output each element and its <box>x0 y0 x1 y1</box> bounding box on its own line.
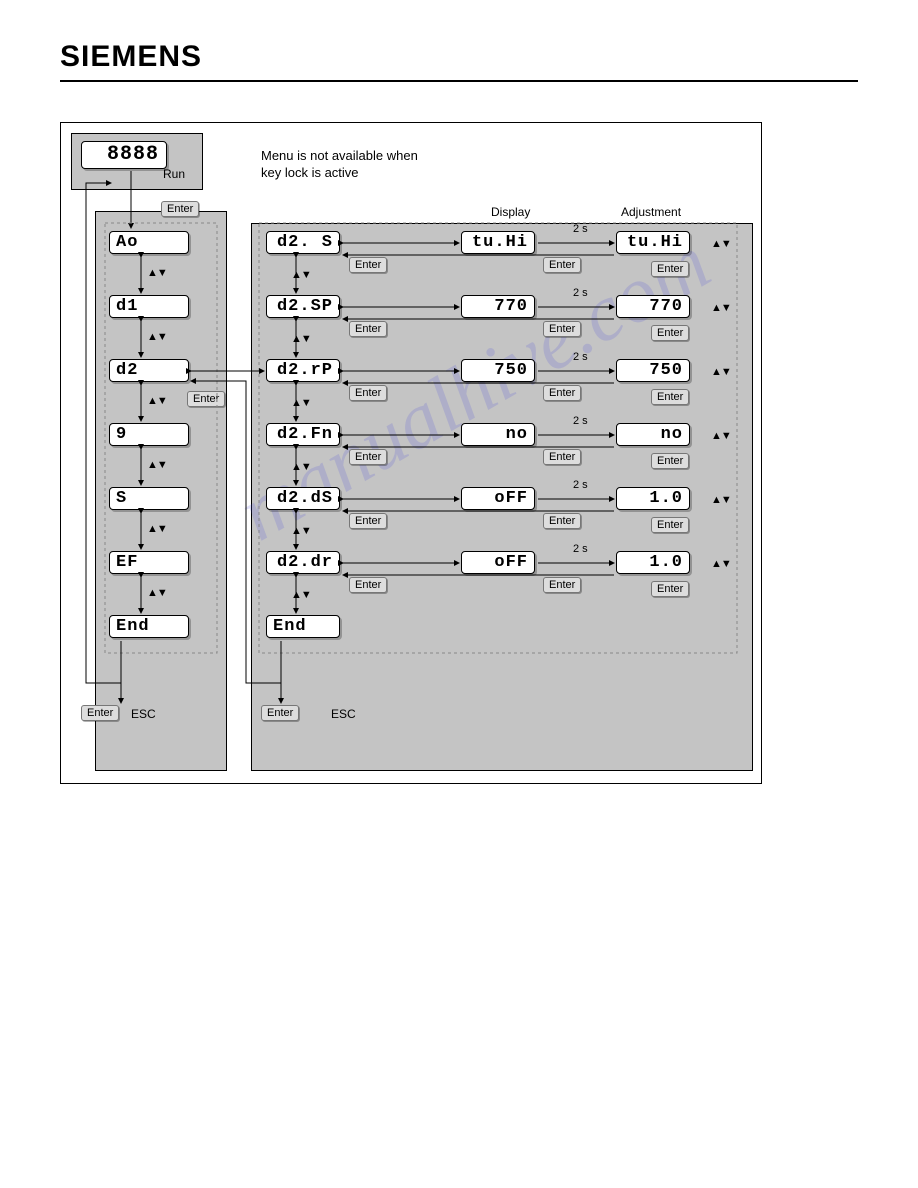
enter-button-r0b: Enter <box>543 257 581 273</box>
enter-button-right-bottom: Enter <box>261 705 299 721</box>
updown-r0: ▲▼ <box>291 269 311 281</box>
lcd-left-2: d2 <box>109 359 189 382</box>
enter-button-r3c: Enter <box>651 453 689 469</box>
label-2s-4: 2 s <box>573 479 588 491</box>
lcd-display-1: 770 <box>461 295 535 318</box>
lcd-display-4: oFF <box>461 487 535 510</box>
lcd-adjust-4: 1.0 <box>616 487 690 510</box>
lcd-display-5: oFF <box>461 551 535 574</box>
label-2s-0: 2 s <box>573 223 588 235</box>
menu-flow-diagram: manualhive.com 8888 Run Enter Menu is no… <box>60 122 762 784</box>
enter-button-r1b: Enter <box>543 321 581 337</box>
note-keylock: Menu is not available when key lock is a… <box>261 148 441 182</box>
lcd-adjust-1: 770 <box>616 295 690 318</box>
updown-adj-1: ▲▼ <box>711 302 731 314</box>
enter-button-r2c: Enter <box>651 389 689 405</box>
enter-button-r1c: Enter <box>651 325 689 341</box>
enter-button-r5a: Enter <box>349 577 387 593</box>
updown-r1: ▲▼ <box>291 333 311 345</box>
lcd-left-5: EF <box>109 551 189 574</box>
enter-button-r5b: Enter <box>543 577 581 593</box>
updown-left-5: ▲▼ <box>147 587 167 599</box>
lcd-param-1: d2.SP <box>266 295 340 318</box>
enter-button-top: Enter <box>161 201 199 217</box>
updown-r4: ▲▼ <box>291 525 311 537</box>
updown-adj-3: ▲▼ <box>711 430 731 442</box>
updown-r3: ▲▼ <box>291 461 311 473</box>
updown-r5: ▲▼ <box>291 589 311 601</box>
label-2s-3: 2 s <box>573 415 588 427</box>
header-adjustment: Adjustment <box>621 205 681 219</box>
updown-left-2: ▲▼ <box>147 395 167 407</box>
label-2s-5: 2 s <box>573 543 588 555</box>
lcd-display-0: tu.Hi <box>461 231 535 254</box>
lcd-adjust-3: no <box>616 423 690 446</box>
label-run: Run <box>163 167 185 181</box>
label-esc-left: ESC <box>131 707 156 721</box>
enter-button-r0a: Enter <box>349 257 387 273</box>
enter-button-r5c: Enter <box>651 581 689 597</box>
updown-left-1: ▲▼ <box>147 331 167 343</box>
label-2s-1: 2 s <box>573 287 588 299</box>
label-2s-2: 2 s <box>573 351 588 363</box>
updown-left-3: ▲▼ <box>147 459 167 471</box>
enter-button-r4c: Enter <box>651 517 689 533</box>
lcd-param-0: d2. S <box>266 231 340 254</box>
lcd-left-6: End <box>109 615 189 638</box>
lcd-adjust-5: 1.0 <box>616 551 690 574</box>
lcd-param-3: d2.Fn <box>266 423 340 446</box>
lcd-adjust-2: 750 <box>616 359 690 382</box>
updown-adj-5: ▲▼ <box>711 558 731 570</box>
lcd-display-3: no <box>461 423 535 446</box>
lcd-left-3: 9 <box>109 423 189 446</box>
updown-r2: ▲▼ <box>291 397 311 409</box>
enter-button-left-bottom: Enter <box>81 705 119 721</box>
enter-button-r2a: Enter <box>349 385 387 401</box>
lcd-param-5: d2.dr <box>266 551 340 574</box>
brand-logo: SIEMENS <box>60 40 858 82</box>
enter-button-r3a: Enter <box>349 449 387 465</box>
lcd-right-end: End <box>266 615 340 638</box>
enter-button-r2b: Enter <box>543 385 581 401</box>
enter-button-r4a: Enter <box>349 513 387 529</box>
lcd-param-4: d2.dS <box>266 487 340 510</box>
enter-button-d2: Enter <box>187 391 225 407</box>
lcd-run: 8888 <box>81 141 167 169</box>
lcd-left-1: d1 <box>109 295 189 318</box>
header-display: Display <box>491 205 530 219</box>
enter-button-r0c: Enter <box>651 261 689 277</box>
updown-adj-0: ▲▼ <box>711 238 731 250</box>
updown-left-0: ▲▼ <box>147 267 167 279</box>
updown-left-4: ▲▼ <box>147 523 167 535</box>
label-esc-right: ESC <box>331 707 356 721</box>
updown-adj-4: ▲▼ <box>711 494 731 506</box>
lcd-display-2: 750 <box>461 359 535 382</box>
lcd-left-4: S <box>109 487 189 510</box>
lcd-param-2: d2.rP <box>266 359 340 382</box>
enter-button-r3b: Enter <box>543 449 581 465</box>
enter-button-r1a: Enter <box>349 321 387 337</box>
lcd-left-0: Ao <box>109 231 189 254</box>
enter-button-r4b: Enter <box>543 513 581 529</box>
updown-adj-2: ▲▼ <box>711 366 731 378</box>
lcd-adjust-0: tu.Hi <box>616 231 690 254</box>
